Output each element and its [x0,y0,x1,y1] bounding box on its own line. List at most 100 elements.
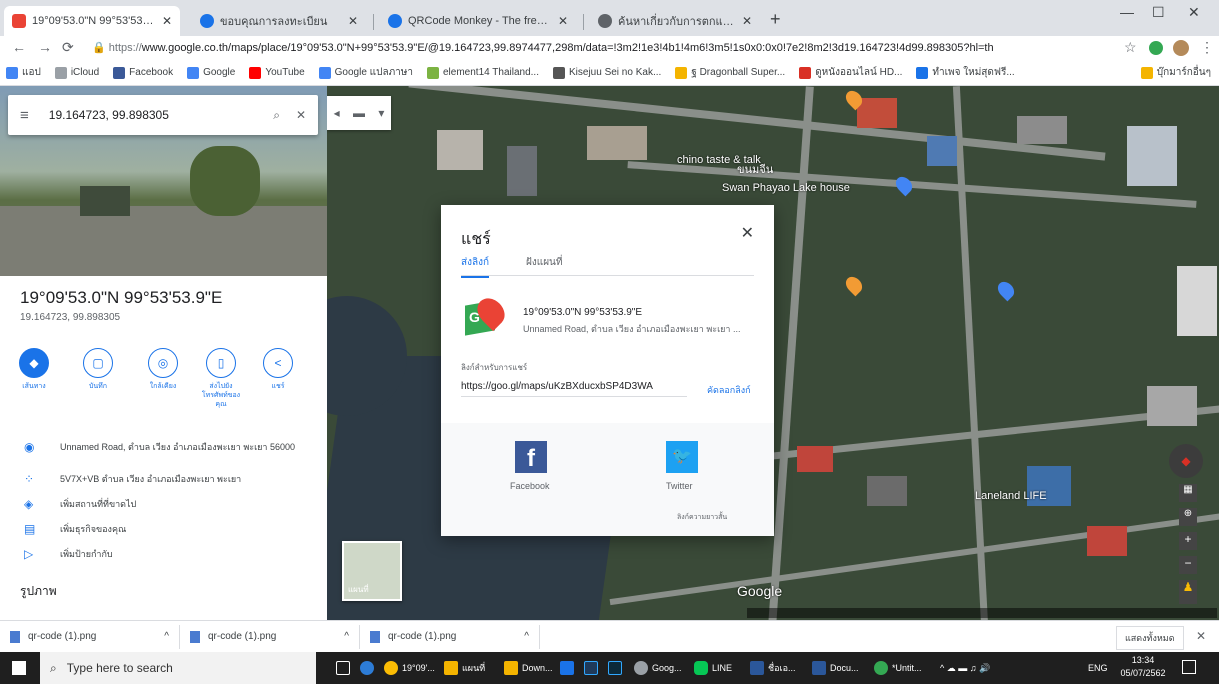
taskbar-line[interactable]: LINE [694,660,732,676]
tab-2[interactable]: ขอบคุณการลงทะเบียน ✕ [192,6,366,36]
close-tab-icon[interactable]: ✕ [558,14,568,28]
bookmark-translate[interactable]: Google แปลภาษา [318,65,413,80]
chevron-up-icon[interactable]: ^ [344,631,349,642]
close-window-button[interactable]: ✕ [1188,4,1200,21]
add-missing-place-row[interactable]: ◈ เพิ่มสถานที่ที่ขาดไป [24,497,304,511]
url-field[interactable]: 🔒 https://www.google.co.th/maps/place/19… [92,38,1094,58]
map-pin-icon[interactable] [892,173,916,197]
system-tray-icons[interactable]: ^ ☁ ▬ ♫ 🔊 [940,660,990,676]
tab-4[interactable]: ค้นหาเกี่ยวกับการตกแต่งบ้าน ✕ [590,6,760,36]
bookmark-dragonball[interactable]: ฐ Dragonball Super... [675,65,785,80]
tab-embed-map[interactable]: ฝังแผนที่ [526,255,562,270]
zoom-in-button[interactable]: + [1179,532,1197,550]
close-tab-icon[interactable]: ✕ [348,14,358,28]
bookmark-page[interactable]: ทำเพจ ใหม่สุดฟรี... [916,65,1015,80]
facebook-icon[interactable]: f [515,441,547,473]
place-title: 19°09'53.0"N 99°53'53.9"E [20,288,223,307]
tilt-button[interactable]: ▦ [1179,484,1197,502]
back-icon[interactable]: ← [12,39,26,55]
bookmark-facebook[interactable]: Facebook [113,66,173,79]
zoom-out-button[interactable]: − [1179,556,1197,574]
roof [857,98,897,128]
twitter-icon[interactable]: 🐦 [666,441,698,473]
chevron-up-icon[interactable]: ^ [524,631,529,642]
roof [927,136,957,166]
bookmark-other[interactable]: บุ๊กมาร์กอื่นๆ [1140,65,1211,80]
avatar[interactable] [1173,40,1189,56]
taskbar-search[interactable]: ⌕ Type here to search [40,652,316,684]
my-location-icon[interactable]: ⊕ [1179,508,1197,526]
maximize-button[interactable]: ☐ [1152,4,1165,21]
search-icon[interactable]: ⌕ [273,108,280,123]
taskbar-mail-icon[interactable] [560,660,578,676]
map-label-chino[interactable]: chino taste & talk [677,154,761,166]
bookmark-icloud[interactable]: iCloud [54,66,99,79]
map-label-laneland[interactable]: Laneland LIFE [975,490,1047,502]
nearby-button[interactable]: ◎ ใกล้เคียง [141,348,185,391]
shorten-link-label[interactable]: ลิงก์ความยาวสั้น [677,512,727,523]
share-link-input[interactable]: https://goo.gl/maps/uKzBXducxbSP4D3WA [461,381,687,397]
bookmark-apps[interactable]: แอป [6,65,41,80]
bookmark-movies[interactable]: ดูหนังออนไลน์ HD... [799,65,902,80]
bookmark-google[interactable]: Google [187,66,235,79]
taskbar-downloads[interactable]: Down... [504,660,553,676]
save-button[interactable]: ▢ บันทึก [76,348,120,391]
windows-start-icon[interactable] [12,661,26,675]
show-all-downloads-button[interactable]: แสดงทั้งหมด [1116,626,1184,650]
chevron-up-icon[interactable]: ^ [164,631,169,642]
taskbar-word-2[interactable]: Docu... [812,660,859,676]
collapse-panel-button[interactable]: ◂ ▬ ▾ [327,96,391,130]
task-view-icon[interactable] [336,660,354,676]
bookmark-youtube[interactable]: YouTube [249,66,305,79]
language-indicator[interactable]: ENG [1088,660,1108,676]
directions-button[interactable]: ◆ เส้นทาง [12,348,56,391]
tab-qrcode-monkey[interactable]: QRCode Monkey - The free QR C ✕ [380,6,576,36]
taskbar-lightroom-icon[interactable] [608,660,626,676]
taskbar-photoshop-icon[interactable] [584,660,602,676]
new-tab-button[interactable]: + [770,9,781,30]
tab-google-maps[interactable]: 19°09'53.0"N 99°53'53.9"E - Goo ✕ [4,6,180,36]
reload-icon[interactable]: ⟳ [62,39,74,56]
taskbar-word-1[interactable]: ชื่อเอ... [750,660,796,676]
close-icon[interactable]: ✕ [741,223,754,243]
bookmark-kisejuu[interactable]: Kisejuu Sei no Kak... [553,66,661,79]
add-label-row[interactable]: ▷ เพิ่มป้ายกำกับ [24,547,304,561]
search-input[interactable]: 19.164723, 99.898305 [49,108,273,122]
forward-icon[interactable]: → [38,39,52,55]
map-pin-icon[interactable] [994,278,1018,302]
notifications-icon[interactable] [1182,660,1196,674]
compass-icon[interactable]: ◆ [1169,444,1203,478]
edge-icon[interactable] [360,660,378,676]
map-label-swan[interactable]: Swan Phayao Lake house [722,182,850,194]
search-box[interactable]: ≡ 19.164723, 99.898305 ⌕ ✕ [8,95,318,135]
add-business-row[interactable]: ▤ เพิ่มธุรกิจของคุณ [24,522,304,536]
map-type-thumbnail[interactable]: แผนที่ [342,541,402,601]
copy-link-button[interactable]: คัดลอกลิงก์ [707,383,751,397]
pegman-icon[interactable]: ♟ [1179,580,1197,604]
taskbar-explorer[interactable]: แผนที่ [444,660,485,676]
plus-code-row[interactable]: ⁘ 5V7X+VB ตำบล เวียง อำเภอเมืองพะเยา พะเย… [24,472,304,486]
close-tab-icon[interactable]: ✕ [162,14,172,28]
menu-icon[interactable]: ⋮ [1200,39,1214,56]
address-row[interactable]: ◉ Unnamed Road, ตำบล เวียง อำเภอเมืองพะเย… [24,440,304,454]
extension-icon[interactable] [1149,41,1163,55]
taskbar-google[interactable]: Goog... [634,660,682,676]
close-tab-icon[interactable]: ✕ [742,14,752,28]
map-pin-icon[interactable] [842,273,866,297]
close-downloads-icon[interactable]: ✕ [1196,629,1206,643]
clear-icon[interactable]: ✕ [296,108,306,122]
download-item[interactable]: qr-code (1).png ^ [0,624,180,649]
minimize-button[interactable]: — [1120,4,1134,20]
download-item[interactable]: qr-code (1).png ^ [360,624,540,649]
taskbar-untitled[interactable]: *Untit... [874,660,922,676]
share-button[interactable]: < แชร์ [256,348,300,391]
taskbar-chrome[interactable]: 19°09'... [384,660,435,676]
download-item[interactable]: qr-code (1).png ^ [180,624,360,649]
roof [1017,116,1067,144]
plus-code-icon: ⁘ [24,472,35,486]
bookmark-element14[interactable]: element14 Thailand... [427,66,539,79]
clock[interactable]: 13:34 05/07/2562 [1120,654,1166,680]
hamburger-icon[interactable]: ≡ [20,107,29,124]
send-to-phone-button[interactable]: ▯ ส่งไปยังโทรศัพท์ของคุณ [199,348,243,409]
star-icon[interactable]: ☆ [1124,39,1137,56]
